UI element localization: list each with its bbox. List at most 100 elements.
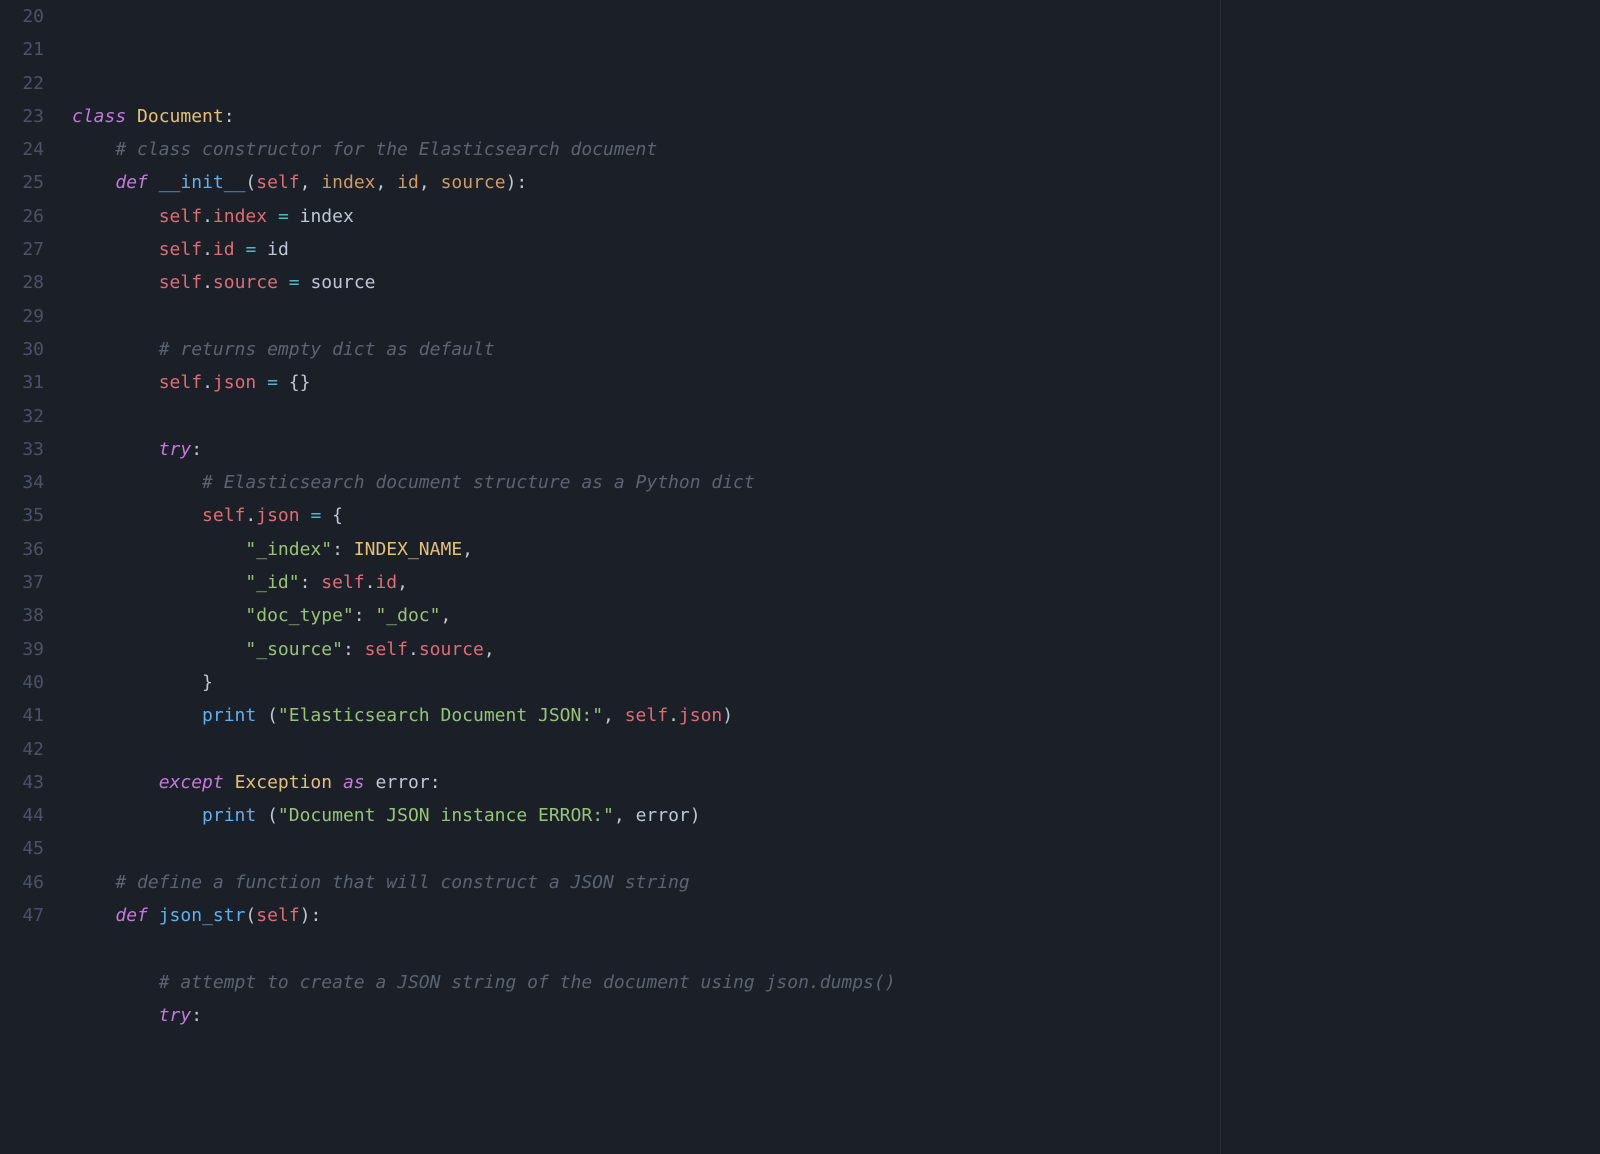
- token-str: "doc_type": [245, 605, 353, 626]
- code-line[interactable]: "_source": self.source,: [72, 633, 1600, 666]
- token-punc: .: [202, 239, 213, 260]
- code-line[interactable]: [72, 932, 1600, 965]
- line-number: 36: [0, 533, 62, 566]
- token-punc: ):: [300, 905, 322, 926]
- code-line[interactable]: "doc_type": "_doc",: [72, 599, 1600, 632]
- token-self: self: [202, 505, 245, 526]
- code-line[interactable]: # returns empty dict as default: [72, 333, 1600, 366]
- code-line[interactable]: self.source = source: [72, 266, 1600, 299]
- code-line[interactable]: "_id": self.id,: [72, 566, 1600, 599]
- line-number: 21: [0, 33, 62, 66]
- token-punc: [256, 239, 267, 260]
- token-cls: Exception: [235, 772, 333, 793]
- code-line[interactable]: def __init__(self, index, id, source):: [72, 166, 1600, 199]
- line-number: 35: [0, 499, 62, 532]
- code-line[interactable]: print ("Document JSON instance ERROR:", …: [72, 799, 1600, 832]
- code-line[interactable]: try:: [72, 999, 1600, 1032]
- code-line[interactable]: [72, 300, 1600, 333]
- line-number: 40: [0, 666, 62, 699]
- token-self: self: [256, 172, 299, 193]
- code-line[interactable]: class Document:: [72, 100, 1600, 133]
- token-const: INDEX_NAME: [354, 539, 462, 560]
- token-self: self: [625, 705, 668, 726]
- editor-ruler: [1220, 0, 1221, 1154]
- line-number: 38: [0, 599, 62, 632]
- code-line[interactable]: except Exception as error:: [72, 766, 1600, 799]
- code-line[interactable]: try:: [72, 433, 1600, 466]
- token-cmt: # class constructor for the Elasticsearc…: [115, 139, 657, 160]
- line-number: 47: [0, 899, 62, 932]
- token-punc: [72, 972, 159, 993]
- token-punc: [72, 905, 115, 926]
- token-punc: [72, 272, 159, 293]
- token-punc: (: [245, 905, 256, 926]
- token-str: "_source": [245, 639, 343, 660]
- token-punc: ): [722, 705, 733, 726]
- token-var: error: [636, 805, 690, 826]
- token-punc: ): [690, 805, 701, 826]
- code-line[interactable]: }: [72, 666, 1600, 699]
- token-punc: [72, 472, 202, 493]
- token-self: self: [321, 572, 364, 593]
- token-punc: .: [668, 705, 679, 726]
- code-line[interactable]: # class constructor for the Elasticsearc…: [72, 133, 1600, 166]
- code-line[interactable]: # attempt to create a JSON string of the…: [72, 966, 1600, 999]
- token-cmt: # define a function that will construct …: [115, 872, 689, 893]
- code-line[interactable]: def json_str(self):: [72, 899, 1600, 932]
- line-number: 25: [0, 166, 62, 199]
- token-cls: Document: [137, 106, 224, 127]
- token-kw: try: [159, 439, 192, 460]
- code-line[interactable]: self.json = {}: [72, 366, 1600, 399]
- token-punc: (: [256, 705, 278, 726]
- code-line[interactable]: [72, 832, 1600, 865]
- token-attr: json: [213, 372, 256, 393]
- code-line[interactable]: print ("Elasticsearch Document JSON:", s…: [72, 699, 1600, 732]
- token-punc: [278, 272, 289, 293]
- token-punc: ,: [419, 172, 441, 193]
- code-line[interactable]: self.json = {: [72, 499, 1600, 532]
- code-line[interactable]: [72, 400, 1600, 433]
- code-line[interactable]: self.id = id: [72, 233, 1600, 266]
- line-number: 31: [0, 366, 62, 399]
- token-kw: try: [159, 1005, 192, 1026]
- token-punc: [72, 605, 245, 626]
- token-fn: print: [202, 705, 256, 726]
- line-number: 22: [0, 67, 62, 100]
- line-number: 34: [0, 466, 62, 499]
- token-punc: {}: [278, 372, 311, 393]
- token-punc: [72, 172, 115, 193]
- token-punc: [72, 339, 159, 360]
- token-attr: json: [679, 705, 722, 726]
- token-kw: as: [343, 772, 365, 793]
- token-punc: .: [408, 639, 419, 660]
- token-attr: id: [213, 239, 235, 260]
- token-var: id: [267, 239, 289, 260]
- code-area[interactable]: class Document: # class constructor for …: [62, 0, 1600, 1154]
- code-line[interactable]: "_index": INDEX_NAME,: [72, 533, 1600, 566]
- line-number: 26: [0, 200, 62, 233]
- token-var: error: [376, 772, 430, 793]
- line-number: 32: [0, 400, 62, 433]
- token-op: =: [289, 272, 300, 293]
- code-line[interactable]: [72, 733, 1600, 766]
- token-punc: [224, 772, 235, 793]
- code-line[interactable]: # Elasticsearch document structure as a …: [72, 466, 1600, 499]
- token-punc: [365, 772, 376, 793]
- token-punc: :: [354, 605, 376, 626]
- token-param: id: [397, 172, 419, 193]
- token-kw: class: [72, 106, 126, 127]
- token-punc: [235, 239, 246, 260]
- line-number: 33: [0, 433, 62, 466]
- token-punc: :: [224, 106, 235, 127]
- code-line[interactable]: # define a function that will construct …: [72, 866, 1600, 899]
- token-punc: [300, 505, 311, 526]
- code-editor[interactable]: 2021222324252627282930313233343536373839…: [0, 0, 1600, 1154]
- token-op: =: [245, 239, 256, 260]
- token-punc: (: [256, 805, 278, 826]
- token-punc: .: [365, 572, 376, 593]
- code-line[interactable]: self.index = index: [72, 200, 1600, 233]
- token-self: self: [159, 206, 202, 227]
- line-number: 23: [0, 100, 62, 133]
- token-punc: ,: [462, 539, 473, 560]
- token-cmt: # attempt to create a JSON string of the…: [159, 972, 896, 993]
